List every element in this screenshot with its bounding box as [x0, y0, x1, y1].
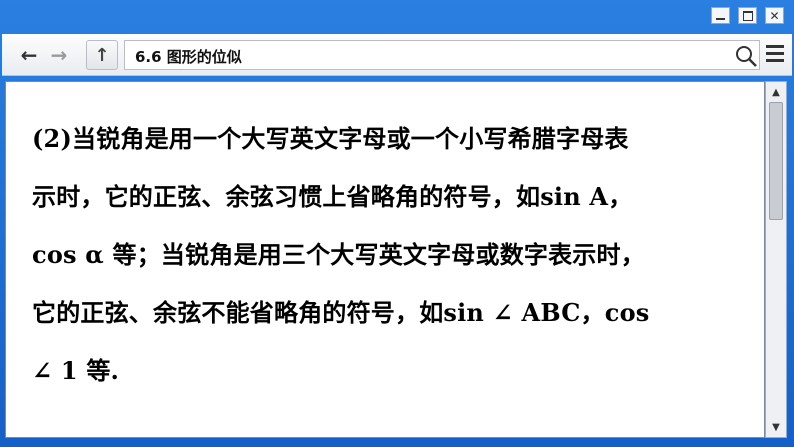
scroll-thumb[interactable] [769, 102, 783, 220]
maximize-button[interactable] [738, 7, 757, 24]
text-line-4: 它的正弦、余弦不能省略角的符号，如sin ∠ ABC，cos [32, 298, 650, 327]
scroll-up-icon[interactable]: ▲ [768, 84, 784, 100]
text-line-1: (2)当锐角是用一个大写英文字母或一个小写希腊字母表 [32, 124, 629, 153]
vertical-scrollbar[interactable]: ▲ ▼ [765, 81, 787, 438]
up-button[interactable]: ↑ [86, 40, 118, 70]
text-line-5: ∠ 1 等. [32, 356, 120, 385]
document-content: (2)当锐角是用一个大写英文字母或一个小写希腊字母表 示时，它的正弦、余弦习惯上… [5, 81, 765, 438]
scroll-down-icon[interactable]: ▼ [768, 419, 784, 435]
text-line-2: 示时，它的正弦、余弦习惯上省略角的符号，如sin A， [32, 182, 633, 211]
text-line-3: cos α 等；当锐角是用三个大写英文字母或数字表示时， [32, 240, 645, 269]
address-text: 6.6 图形的位似 [135, 48, 242, 66]
up-arrow-icon: ↑ [94, 44, 110, 66]
menu-icon[interactable] [766, 45, 784, 65]
paragraph: (2)当锐角是用一个大写英文字母或一个小写希腊字母表 示时，它的正弦、余弦习惯上… [32, 110, 760, 400]
forward-arrow-icon[interactable]: → [48, 43, 70, 67]
close-button[interactable]: ✕ [765, 7, 784, 24]
address-bar[interactable]: 6.6 图形的位似 [124, 40, 760, 70]
app-window: ✕ ← → ↑ 6.6 图形的位似 (2)当锐角是用一个大写英文字母或一个小写希… [0, 0, 794, 447]
minimize-button[interactable] [711, 7, 730, 24]
title-bar[interactable]: ✕ [0, 0, 794, 34]
search-icon[interactable] [733, 43, 759, 69]
minimize-icon [716, 17, 725, 20]
close-icon: ✕ [769, 8, 780, 23]
maximize-icon [742, 10, 753, 21]
back-arrow-icon[interactable]: ← [18, 43, 40, 67]
navigation-toolbar: ← → ↑ 6.6 图形的位似 [2, 34, 792, 76]
